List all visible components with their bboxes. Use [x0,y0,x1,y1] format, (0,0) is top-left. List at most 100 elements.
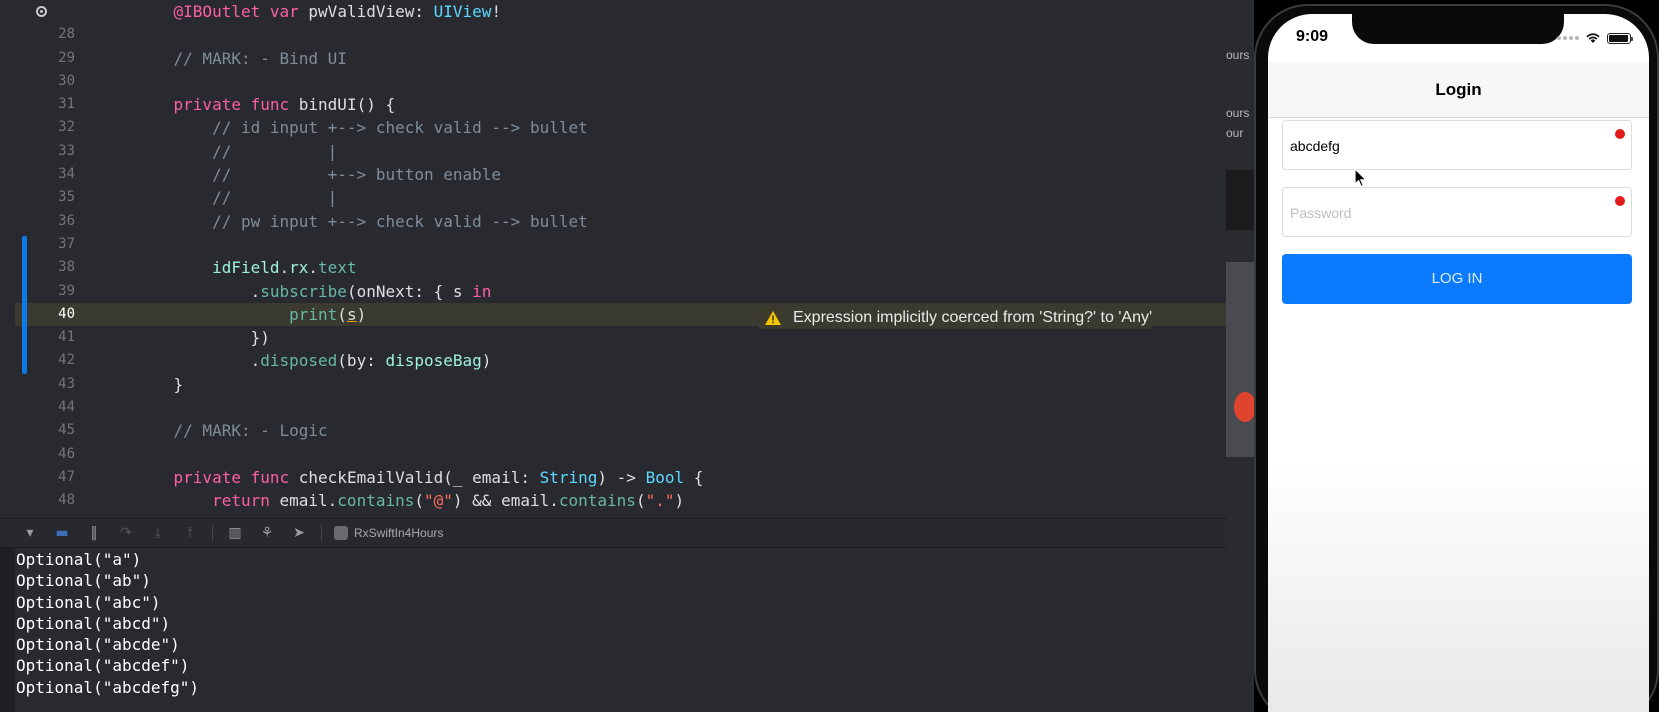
source-change-bar [22,236,27,374]
code-token: ) [674,491,685,511]
wifi-icon [1585,32,1601,44]
code-line[interactable]: 31 private func bindUI() { [15,93,1226,116]
code-text: // pw input +--> check valid --> bullet [135,210,588,233]
clipped-label: ours [1226,48,1250,62]
code-token: private [173,95,241,115]
code-line[interactable]: 43 } [15,373,1226,396]
line-number: 31 [58,96,75,113]
code-line[interactable]: 33 // | [15,140,1226,163]
scheme-label[interactable]: RxSwiftIn4Hours [334,526,443,540]
code-token: }) [135,328,270,348]
pause-icon[interactable]: ‖ [84,523,104,543]
debug-toolbar: ▾ ▬ ‖ ↷ ⤓ ⤒ ▥ ⚘ ➤ RxSwiftIn4Hours [0,518,1226,548]
console-line: Optional("ab") [16,571,151,591]
code-line[interactable]: 30 [15,70,1226,93]
clipped-label: ours [1226,106,1250,120]
code-editor[interactable]: @IBOutlet var pwValidView: UIView! 28 29 /… [0,0,1226,518]
code-token: ! [491,2,502,21]
warning-triangle-icon [763,308,783,327]
code-line[interactable]: 35 // | [15,186,1226,209]
id-input-value: abcdefg [1290,138,1340,154]
code-line[interactable]: 36 // pw input +--> check valid --> bull… [15,210,1226,233]
password-input[interactable]: Password [1282,187,1632,237]
code-text: // | [135,186,337,209]
code-line[interactable]: 38 idField.rx.text [15,256,1226,279]
breakpoint-marker-icon[interactable] [36,6,47,17]
warning-text: Expression implicitly coerced from 'Stri… [793,308,1153,326]
code-token: UIView [433,2,492,21]
hide-debug-area-icon[interactable]: ▾ [20,523,40,543]
code-token: func [250,95,290,115]
console-line: Optional("abc") [16,592,161,612]
console-line: Optional("abcdefg") [16,677,200,697]
code-token: // | [135,188,338,208]
code-token: "." [645,491,675,511]
code-line[interactable]: 46 [15,443,1226,466]
code-line[interactable]: 37 [15,233,1226,256]
code-text: // MARK: - Bind UI [135,47,347,70]
code-token: contains [558,491,636,511]
code-text: } [135,373,184,396]
code-token: String [539,467,598,487]
view-hierarchy-icon[interactable]: ▥ [225,523,245,543]
code-token: ) [356,304,367,324]
code-line[interactable]: 39 .subscribe(onNext: { s in [15,280,1226,303]
code-token: checkEmailValid(_ email: [289,467,540,487]
step-into-icon[interactable]: ⤓ [148,523,168,543]
code-token: ) -> [597,467,646,487]
code-line[interactable]: 45 // MARK: - Logic [15,419,1226,442]
code-line[interactable]: 44 [15,396,1226,419]
code-token: // +--> button enable [135,165,502,185]
code-text: // +--> button enable [135,163,501,186]
code-line[interactable]: 48 return email.contains("@") && email.c… [15,489,1226,512]
code-token: contains [337,491,415,511]
code-token: email. [269,491,338,511]
code-token: // MARK: - Bind UI [135,48,347,68]
clipped-label: our [1226,126,1244,140]
console-line: Optional("abcd") [16,613,171,633]
code-token: return [212,491,270,511]
code-line[interactable]: 29 // MARK: - Bind UI [15,47,1226,70]
code-token: ) && email. [452,491,559,511]
code-text: @IBOutlet var pwValidView: UIView! [135,0,502,23]
debug-console[interactable]: Optional("a") Optional("ab") Optional("a… [15,548,1226,712]
code-line[interactable]: 42 .disposed(by: disposeBag) [15,349,1226,372]
password-placeholder: Password [1290,205,1352,221]
memory-graph-icon[interactable]: ⚘ [257,523,277,543]
location-icon[interactable]: ➤ [289,523,309,543]
code-line[interactable]: @IBOutlet var pwValidView: UIView! [15,0,1226,23]
code-token: . [135,351,261,371]
breakpoints-toggle-icon[interactable]: ▬ [52,523,72,543]
inline-warning[interactable]: Expression implicitly coerced from 'Stri… [759,306,1153,329]
code-line[interactable]: 41 }) [15,326,1226,349]
toolbar-divider [321,525,322,541]
line-number: 33 [58,142,75,159]
nav-title: Login [1435,80,1482,99]
scheme-name: RxSwiftIn4Hours [354,526,444,540]
code-text: idField.rx.text [135,256,357,279]
device-notch [1352,14,1564,44]
step-over-icon[interactable]: ↷ [116,523,136,543]
mouse-cursor-icon [1354,168,1368,188]
code-line[interactable]: 47 private func checkEmailValid(_ email:… [15,466,1226,489]
code-token: . [308,258,319,278]
line-number: 35 [58,189,75,206]
storyboard-block [1226,170,1254,230]
code-token: s [346,304,357,324]
code-token: "@" [424,491,453,511]
code-line[interactable]: 32 // id input +--> check valid --> bull… [15,116,1226,139]
code-line[interactable]: 28 [15,23,1226,46]
login-button[interactable]: LOG IN [1282,254,1632,304]
code-token: var [269,2,299,21]
code-line[interactable]: 34 // +--> button enable [15,163,1226,186]
id-input[interactable]: abcdefg [1282,120,1632,170]
step-out-icon[interactable]: ⤒ [180,523,200,543]
toolbar-divider [212,525,213,541]
code-token: func [250,467,290,487]
simulator-screen: 9:09 Login abcdefg Password LOG IN [1268,14,1649,712]
